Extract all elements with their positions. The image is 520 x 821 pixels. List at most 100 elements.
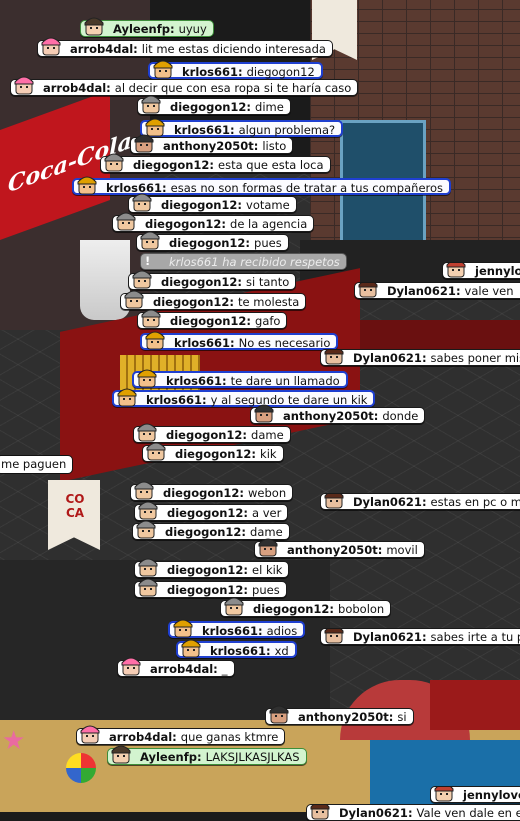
chat-bubble[interactable]: diegogon12: votame [128,193,297,213]
diego-avatar-icon[interactable] [137,228,163,254]
ayleen-avatar-icon[interactable] [81,14,107,40]
krlos-avatar-icon[interactable] [178,636,204,662]
side-chat-bubble[interactable]: Dylan0621:Vale ven dale en el li [306,804,520,821]
diego-avatar-icon[interactable] [113,209,139,235]
chat-bubble[interactable]: krlos661: xd [176,639,297,658]
chat-username[interactable]: diegogon12: [169,236,250,250]
chat-username[interactable]: jennylove [475,264,520,278]
chat-username[interactable]: arrob4dal: [150,662,218,676]
chat-username[interactable]: diegogon12: [153,295,234,309]
chat-username[interactable]: Ayleenfp: [113,22,175,36]
dylan-avatar-icon[interactable] [355,283,381,298]
beach-ball[interactable] [66,753,96,783]
chat-username[interactable]: Ayleenfp: [140,750,202,764]
chat-bubble[interactable]: diegogon12: si tanto [128,270,297,290]
chat-bubble[interactable]: diegogon12: dime [137,95,291,115]
chat-username[interactable]: Dylan0621: [353,630,427,644]
arrob-avatar-icon[interactable] [77,722,103,748]
dylan-avatar-icon[interactable] [307,805,333,820]
chat-bubble[interactable]: arrob4dal: al decir que con esa ropa si t… [10,76,359,96]
anthony-avatar-icon[interactable] [131,131,157,157]
arrob-avatar-icon[interactable] [118,654,144,680]
chat-bubble[interactable]: Ayleenfp: uyuy [80,17,214,37]
chat-username[interactable]: krlos661: [166,374,227,388]
chat-bubble[interactable]: diegogon12: esta que esta loca [100,153,331,173]
chat-bubble[interactable]: krlos661: y al segundo te dare un kik [112,388,376,407]
side-chat-bubble[interactable]: Dylan0621:sabes poner mision [320,349,520,366]
anthony-avatar-icon[interactable] [251,401,277,427]
chat-bubble[interactable]: diegogon12: kik [142,442,284,462]
chat-username[interactable]: krlos661: [174,123,235,137]
arrob-avatar-icon[interactable] [11,73,37,99]
chat-bubble[interactable]: krlos661: No es necesario [140,331,339,350]
chat-username[interactable]: krlos661: [182,65,243,79]
chat-username[interactable]: Dylan0621: [353,351,427,365]
chat-username[interactable]: diegogon12: [167,563,248,577]
side-chat-bubble[interactable]: Dylan0621:sabes irte a tu perfi [320,628,520,645]
jenny-avatar-icon[interactable] [431,787,457,802]
krlos-avatar-icon[interactable] [142,328,168,354]
chat-username[interactable]: krlos661: [174,336,235,350]
chat-username[interactable]: anthony2050t: [163,139,258,153]
chat-username[interactable]: diegogon12: [170,100,251,114]
chat-username[interactable]: anthony2050t: [298,710,393,724]
chat-username[interactable]: anthony2050t: [287,543,382,557]
chat-username[interactable]: anthony2050t: [283,409,378,423]
chat-bubble[interactable]: diegogon12: pues [136,231,289,251]
chat-username[interactable]: Dylan0621: [339,806,413,820]
chat-username[interactable]: diegogon12: [163,486,244,500]
chat-bubble[interactable]: anthony2050t: donde [250,404,426,424]
chat-username[interactable]: diegogon12: [170,314,251,328]
chat-username[interactable]: diegogon12: [166,428,247,442]
chat-username[interactable]: diegogon12: [133,158,214,172]
chat-username[interactable]: Dylan0621: [387,284,461,298]
side-chat-bubble[interactable]: Dylan0621:estas en pc o movil [320,493,520,510]
chat-bubble[interactable]: diegogon12: pues [134,578,287,598]
ayleen-avatar-icon[interactable] [108,742,134,768]
anthony-avatar-icon[interactable] [266,702,292,728]
chat-username[interactable]: diegogon12: [161,275,242,289]
chat-username[interactable]: diegogon12: [167,506,248,520]
chat-bubble[interactable]: anthony2050t: si [265,705,414,725]
diego-avatar-icon[interactable] [143,439,169,465]
dylan-avatar-icon[interactable] [321,629,347,644]
chat-username[interactable]: diegogon12: [165,525,246,539]
chat-username[interactable]: diegogon12: [253,602,334,616]
dylan-avatar-icon[interactable] [321,350,347,365]
anthony-avatar-icon[interactable] [255,535,281,561]
chat-bubble[interactable]: anthony2050t: listo [130,134,294,154]
chat-username[interactable]: diegogon12: [161,198,242,212]
chat-bubble[interactable]: diegogon12: bobolon [220,597,392,617]
diego-avatar-icon[interactable] [221,594,247,620]
chat-bubble[interactable]: krlos661: algun problema? [140,118,344,137]
chat-bubble[interactable]: arrob4dal: _ [117,657,235,677]
chat-username[interactable]: krlos661: [210,644,271,658]
chat-username[interactable]: krlos661: [202,624,263,638]
chat-bubble[interactable]: anthony2050t: movil [254,538,425,558]
chat-bubble[interactable]: diegogon12: gafo [137,309,288,329]
arrob-avatar-icon[interactable] [38,34,64,60]
jenny-avatar-icon[interactable] [443,263,469,278]
chat-bubble[interactable]: ! krlos661 ha recibido respetos [140,253,347,270]
chat-username[interactable]: Dylan0621: [353,495,427,509]
chat-username[interactable]: krlos661: [146,393,207,407]
chat-username[interactable]: jennylove [463,788,520,802]
krlos-avatar-icon[interactable] [74,173,100,199]
side-chat-bubble[interactable]: jennylove [430,786,520,803]
chat-bubble-partial[interactable]: me paguen [0,455,74,474]
diego-avatar-icon[interactable] [135,575,161,601]
side-chat-bubble[interactable]: Dylan0621: vale ven [354,282,520,299]
chat-username[interactable]: arrob4dal: [70,42,138,56]
chat-username[interactable]: arrob4dal: [43,81,111,95]
chat-bubble[interactable]: arrob4dal: lit me estas diciendo interesa… [37,37,333,57]
chat-message-text: diegogon12 [246,65,315,79]
krlos-avatar-icon[interactable] [114,385,140,411]
chat-bubble[interactable]: krlos661: diegogon12 [148,60,323,79]
chat-bubble[interactable]: Ayleenfp: LAKSJLKASJLKAS [107,745,307,765]
chat-bubble[interactable]: krlos661: te dare un llamado [132,369,348,388]
diego-avatar-icon[interactable] [101,150,127,176]
side-chat-bubble[interactable]: jennylove [442,262,520,279]
diego-avatar-icon[interactable] [133,517,159,543]
chat-username[interactable]: diegogon12: [175,447,256,461]
dylan-avatar-icon[interactable] [321,494,347,509]
